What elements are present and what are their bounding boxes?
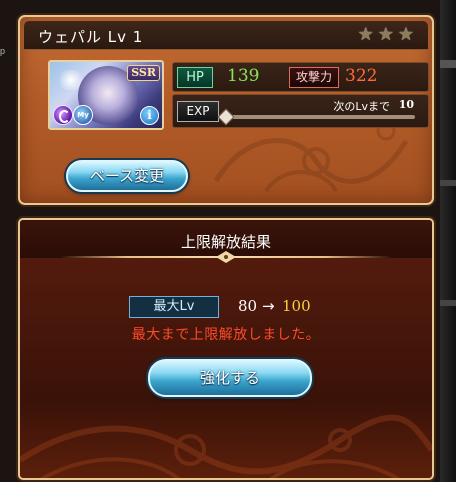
enhance-button[interactable]: 強化する	[148, 359, 312, 397]
uncap-result-panel: 上限解放結果 最大Lv 80 → 100 最大まで上限解放しました。 強化する	[18, 218, 434, 480]
dark-element-icon	[53, 105, 73, 125]
attack-value: 322	[345, 66, 378, 86]
side-notch	[440, 180, 456, 186]
exp-label: EXP	[177, 101, 219, 122]
character-panel: ウェパル Lv 1 ★ ★ ★ SSR My i HP 139 攻撃力 322 …	[18, 15, 434, 205]
attack-label: 攻撃力	[289, 67, 339, 88]
star-icon: ★	[357, 24, 374, 45]
next-level-text: 次のLvまで	[333, 100, 390, 113]
side-notch	[440, 300, 456, 306]
side-notch	[440, 60, 456, 68]
exp-row: EXP 次のLvまで 10	[172, 94, 429, 128]
character-title-bar: ウェパル Lv 1 ★ ★ ★	[24, 21, 428, 50]
character-name-level: ウェパル Lv 1	[38, 28, 144, 46]
left-edge-letter: p	[0, 46, 6, 56]
my-badge-icon: My	[73, 105, 93, 125]
arrow-icon: →	[262, 297, 275, 315]
decorative-swirl	[20, 414, 432, 478]
result-message: 最大まで上限解放しました。	[131, 327, 321, 343]
exp-progress-bar	[217, 108, 415, 126]
star-icon: ★	[377, 24, 394, 45]
info-icon[interactable]: i	[140, 106, 159, 125]
level-from: 80	[238, 297, 258, 315]
hp-value: 139	[227, 66, 260, 86]
result-title: 上限解放結果	[180, 233, 271, 251]
max-level-label: 最大Lv	[129, 296, 219, 318]
next-level-value: 10	[398, 98, 414, 111]
change-base-button[interactable]: ベース変更	[66, 160, 188, 192]
exp-progress-marker	[217, 108, 235, 126]
ssr-rarity-badge: SSR	[127, 65, 160, 81]
stats-row: HP 139 攻撃力 322	[172, 62, 429, 92]
uncap-stars: ★ ★ ★	[358, 24, 414, 46]
hp-label: HP	[177, 67, 213, 88]
ornament-icon	[216, 251, 236, 263]
character-portrait[interactable]: SSR My i	[48, 60, 164, 130]
star-icon: ★	[397, 24, 414, 45]
right-side-bar	[440, 0, 456, 482]
level-to: 100	[282, 297, 311, 315]
game-screen: p ウェパル Lv 1 ★ ★ ★ SSR My i HP 139 攻撃力 32…	[0, 0, 456, 482]
